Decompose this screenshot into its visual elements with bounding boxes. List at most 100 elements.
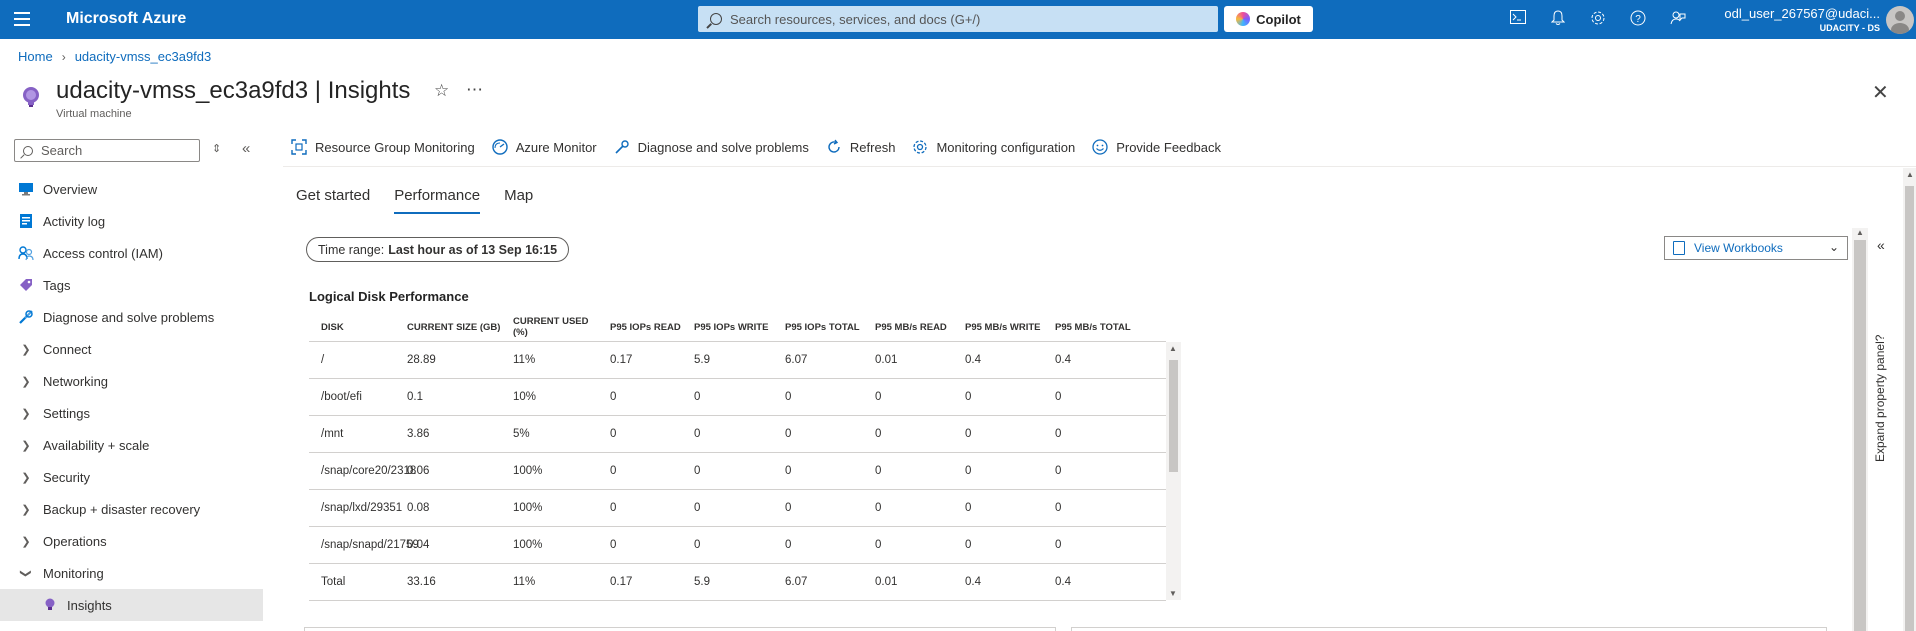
sidebar-item-monitoring[interactable]: ❯ Monitoring xyxy=(0,557,263,589)
avatar[interactable] xyxy=(1886,6,1914,34)
time-range-picker[interactable]: Time range: Last hour as of 13 Sep 16:15 xyxy=(306,237,570,262)
breadcrumb-home[interactable]: Home xyxy=(18,49,53,64)
table-cell: 0 xyxy=(610,465,617,477)
sidebar-item-label: Tags xyxy=(43,277,71,293)
sidebar-item-tags[interactable]: Tags xyxy=(0,269,263,301)
table-body: / 28.89 11% 0.17 5.9 6.07 0.01 0.4 0.4/boot/efi 0… xyxy=(309,342,1166,601)
table-cell: 0 xyxy=(875,502,882,514)
brand-link[interactable]: Microsoft Azure xyxy=(66,10,186,28)
table-cell: 10% xyxy=(513,391,537,403)
table-scrollbar[interactable]: ▲ ▼ xyxy=(1166,342,1181,600)
table-row[interactable]: /boot/efi 0.1 10% 0 0 0 0 0 0 xyxy=(309,379,1166,416)
insights-bulb-icon xyxy=(20,86,42,108)
table-cell: 0 xyxy=(785,428,792,440)
table-cell: 0.01 xyxy=(875,576,898,588)
feedback-icon[interactable] xyxy=(1669,10,1687,28)
command-toolbar: Resource Group Monitoring Azure Monitor … xyxy=(290,138,1237,156)
scroll-down-icon[interactable]: ▼ xyxy=(1169,589,1177,598)
column-header[interactable]: P95 IOPs TOTAL xyxy=(773,322,863,333)
sidebar-search-input[interactable]: Search xyxy=(14,139,200,162)
close-icon[interactable]: ✕ xyxy=(1872,80,1889,105)
provide-feedback-button[interactable]: Provide Feedback xyxy=(1091,138,1221,156)
table-cell: 0 xyxy=(965,391,972,403)
diagnose-button[interactable]: Diagnose and solve problems xyxy=(613,138,809,156)
column-header[interactable]: P95 MB/s TOTAL xyxy=(1043,322,1133,333)
column-header[interactable]: CURRENT USED (%) xyxy=(501,316,598,338)
expand-property-panel[interactable]: Expand property panel? xyxy=(1873,322,1893,462)
help-icon[interactable]: ? xyxy=(1629,10,1647,28)
breadcrumb-resource[interactable]: udacity-vmss_ec3a9fd3 xyxy=(75,49,212,64)
column-header[interactable]: P95 MB/s WRITE xyxy=(953,322,1043,333)
top-bar: Microsoft Azure Search resources, servic… xyxy=(0,0,1916,39)
table-row[interactable]: / 28.89 11% 0.17 5.9 6.07 0.01 0.4 0.4 xyxy=(309,342,1166,379)
sidebar-item-security[interactable]: ❯ Security xyxy=(0,461,263,493)
sidebar-item-settings[interactable]: ❯ Settings xyxy=(0,397,263,429)
column-header[interactable]: P95 IOPs WRITE xyxy=(682,322,773,333)
page-scrollbar[interactable]: ▲ xyxy=(1903,168,1916,631)
user-name[interactable]: odl_user_267567@udaci... xyxy=(1724,6,1880,21)
tab-performance[interactable]: Performance xyxy=(394,187,481,214)
column-header[interactable]: P95 IOPs READ xyxy=(598,322,682,333)
toolbar-label: Monitoring configuration xyxy=(936,139,1076,155)
global-search-input[interactable]: Search resources, services, and docs (G+… xyxy=(698,6,1218,32)
refresh-button[interactable]: Refresh xyxy=(825,138,895,156)
scroll-up-icon[interactable]: ▲ xyxy=(1856,228,1864,237)
scroll-up-icon[interactable]: ▲ xyxy=(1169,344,1177,353)
chart-card xyxy=(304,627,1056,631)
sidebar-item-diagnose[interactable]: Diagnose and solve problems xyxy=(0,301,263,333)
sidebar-item-iam[interactable]: Access control (IAM) xyxy=(0,237,263,269)
view-workbooks-dropdown[interactable]: View Workbooks ⌄ xyxy=(1664,236,1848,260)
column-header[interactable]: P95 MB/s READ xyxy=(863,322,953,333)
chevron-right-icon: ❯ xyxy=(21,471,31,484)
sidebar-item-overview[interactable]: Overview xyxy=(0,173,263,205)
table-cell: 0 xyxy=(965,428,972,440)
cloud-shell-icon[interactable] xyxy=(1509,10,1527,28)
scrollbar-thumb[interactable] xyxy=(1905,186,1914,631)
table-cell: 0 xyxy=(694,539,701,551)
table-cell: 0 xyxy=(610,539,617,551)
collapse-sidebar-icon[interactable]: « xyxy=(242,140,250,157)
table-cell: 0.06 xyxy=(407,465,430,477)
table-row[interactable]: /mnt 3.86 5% 0 0 0 0 0 0 xyxy=(309,416,1166,453)
more-options-icon[interactable]: ⋯ xyxy=(466,80,483,100)
tab-map[interactable]: Map xyxy=(504,187,533,214)
table-row[interactable]: Total 33.16 11% 0.17 5.9 6.07 0.01 0.4 0.4 xyxy=(309,564,1166,601)
scroll-up-icon[interactable]: ▲ xyxy=(1906,170,1914,179)
chevron-right-icon: ❯ xyxy=(21,503,31,516)
gear-icon[interactable] xyxy=(1589,10,1607,28)
sidebar-item-insights[interactable]: Insights xyxy=(0,589,263,621)
sidebar-item-activity-log[interactable]: Activity log xyxy=(0,205,263,237)
sidebar-item-networking[interactable]: ❯ Networking xyxy=(0,365,263,397)
column-header[interactable]: CURRENT SIZE (GB) xyxy=(395,322,501,333)
content-scrollbar[interactable]: ▲ xyxy=(1852,228,1868,631)
sidebar-item-operations[interactable]: ❯ Operations xyxy=(0,525,263,557)
resource-group-monitoring-button[interactable]: Resource Group Monitoring xyxy=(290,138,475,156)
hamburger-menu-icon[interactable] xyxy=(14,12,30,26)
azure-monitor-button[interactable]: Azure Monitor xyxy=(491,138,597,156)
table-cell: 0 xyxy=(785,465,792,477)
table-row[interactable]: /snap/lxd/29351 0.08 100% 0 0 0 0 0 0 xyxy=(309,490,1166,527)
copilot-button[interactable]: Copilot xyxy=(1224,6,1313,32)
expand-panel-chevron-icon[interactable]: « xyxy=(1877,237,1885,253)
sidebar-item-availability[interactable]: ❯ Availability + scale xyxy=(0,429,263,461)
table-row[interactable]: /snap/core20/2318 0.06 100% 0 0 0 0 0 0 xyxy=(309,453,1166,490)
monitor-icon xyxy=(18,181,34,197)
divider xyxy=(283,166,1916,167)
monitoring-configuration-button[interactable]: Monitoring configuration xyxy=(911,138,1075,156)
scrollbar-thumb[interactable] xyxy=(1169,360,1178,472)
scrollbar-thumb[interactable] xyxy=(1854,240,1866,631)
sidebar-item-label: Connect xyxy=(43,341,92,357)
bell-icon[interactable] xyxy=(1549,10,1567,28)
table-row[interactable]: /snap/snapd/21759 0.04 100% 0 0 0 0 0 0 xyxy=(309,527,1166,564)
table-cell: 0.4 xyxy=(965,354,981,366)
table-cell: 0.4 xyxy=(965,576,981,588)
tab-get-started[interactable]: Get started xyxy=(296,187,370,214)
table-cell: 6.07 xyxy=(785,354,808,366)
sort-icon[interactable]: ⇕ xyxy=(212,142,221,155)
sidebar-item-backup[interactable]: ❯ Backup + disaster recovery xyxy=(0,493,263,525)
toolbar-label: Azure Monitor xyxy=(515,139,597,155)
favorite-star-icon[interactable]: ☆ xyxy=(434,81,449,101)
sidebar-item-connect[interactable]: ❯ Connect xyxy=(0,333,263,365)
column-header[interactable]: DISK xyxy=(309,322,395,333)
table-cell: 0 xyxy=(610,502,617,514)
